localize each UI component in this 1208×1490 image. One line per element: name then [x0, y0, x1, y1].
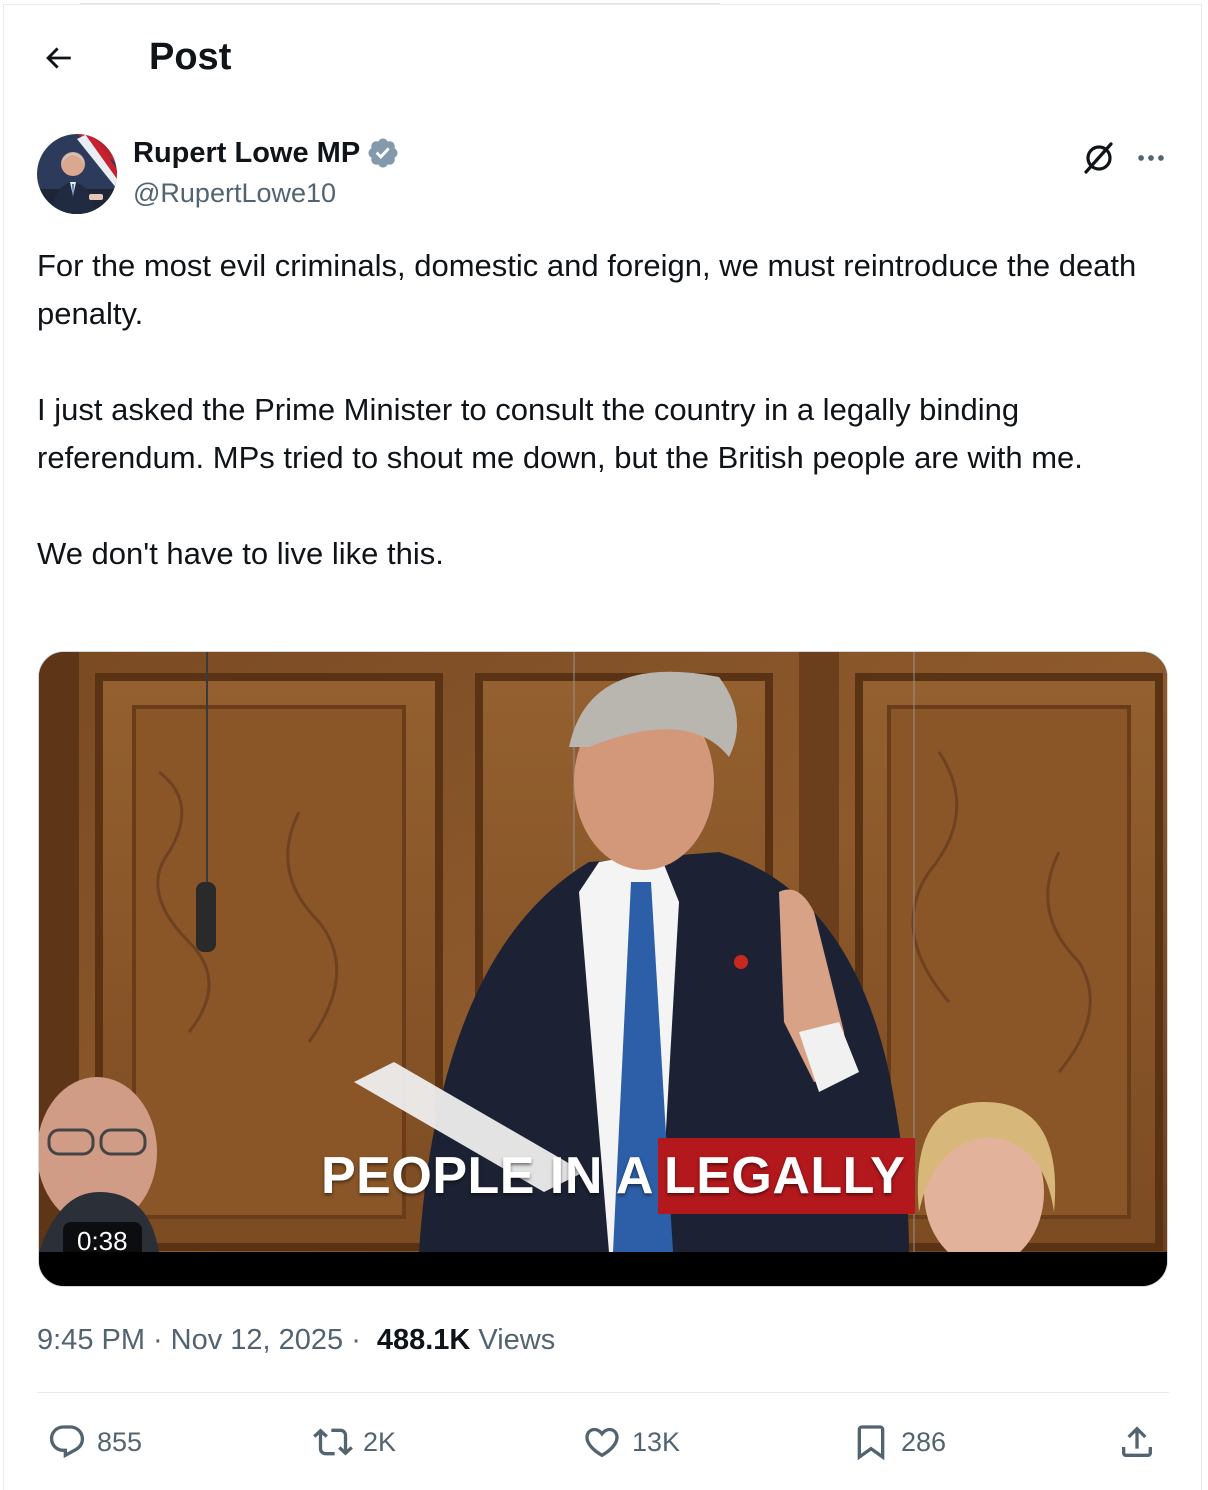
share-button[interactable] — [1117, 1410, 1157, 1474]
bookmark-count: 286 — [901, 1426, 947, 1457]
verified-badge-icon — [368, 138, 398, 168]
browser-tab-edge — [80, 0, 720, 4]
tweet-paragraph: We don't have to live like this. — [37, 536, 444, 571]
author-row: Rupert Lowe MP @RupertLowe10 — [37, 134, 1177, 214]
meta-separator: · — [351, 1324, 361, 1356]
repost-icon — [313, 1428, 353, 1456]
video-duration: 0:38 — [63, 1222, 142, 1260]
avatar-image — [37, 134, 117, 214]
display-name[interactable]: Rupert Lowe MP — [133, 136, 360, 170]
video-caption: PEOPLE IN A LEGALLY — [321, 1138, 916, 1214]
tweet-paragraph: For the most evil criminals, domestic an… — [37, 248, 1137, 331]
caption-highlight: LEGALLY — [657, 1138, 916, 1214]
post-header: Post — [0, 24, 1208, 90]
repost-count: 2K — [363, 1426, 397, 1457]
caption-text: PEOPLE IN A — [321, 1147, 654, 1205]
grok-button[interactable] — [1077, 136, 1121, 180]
post-time[interactable]: 9:45 PM — [37, 1318, 145, 1362]
divider — [37, 1392, 1169, 1393]
share-icon — [1122, 1426, 1152, 1457]
reply-button[interactable]: 855 — [47, 1410, 142, 1474]
like-count: 13K — [632, 1426, 681, 1457]
author-handle[interactable]: @RupertLowe10 — [133, 176, 336, 210]
post-date[interactable]: Nov 12, 2025 — [171, 1318, 344, 1362]
bookmark-button[interactable]: 286 — [851, 1410, 946, 1474]
post-meta: 9:45 PM · Nov 12, 2025 · 488.1K Views — [37, 1318, 555, 1362]
video-controls-bar — [39, 1252, 1167, 1286]
tweet-text: For the most evil criminals, domestic an… — [37, 242, 1172, 578]
more-options-button[interactable] — [1129, 136, 1173, 180]
heart-icon — [585, 1427, 619, 1458]
views-count: 488.1K — [376, 1324, 471, 1356]
more-dots-icon — [1138, 155, 1164, 161]
bookmark-icon — [857, 1425, 885, 1461]
views-label: Views — [478, 1324, 556, 1356]
video-player[interactable]: PEOPLE IN A LEGALLY 0:38 — [38, 651, 1168, 1287]
grok-icon — [1084, 142, 1113, 174]
back-button[interactable] — [34, 36, 82, 80]
tweet-paragraph: I just asked the Prime Minister to consu… — [37, 392, 1083, 475]
avatar[interactable] — [37, 134, 117, 214]
arrow-left-icon — [46, 47, 71, 69]
meta-separator: · — [153, 1324, 163, 1356]
page-title: Post — [149, 36, 232, 78]
like-button[interactable]: 13K — [582, 1410, 680, 1474]
action-bar: 855 2K 13K 286 — [37, 1410, 1169, 1474]
repost-button[interactable]: 2K — [313, 1410, 396, 1474]
reply-icon — [49, 1425, 85, 1459]
name-line: Rupert Lowe MP — [133, 136, 400, 170]
reply-count: 855 — [97, 1426, 143, 1457]
